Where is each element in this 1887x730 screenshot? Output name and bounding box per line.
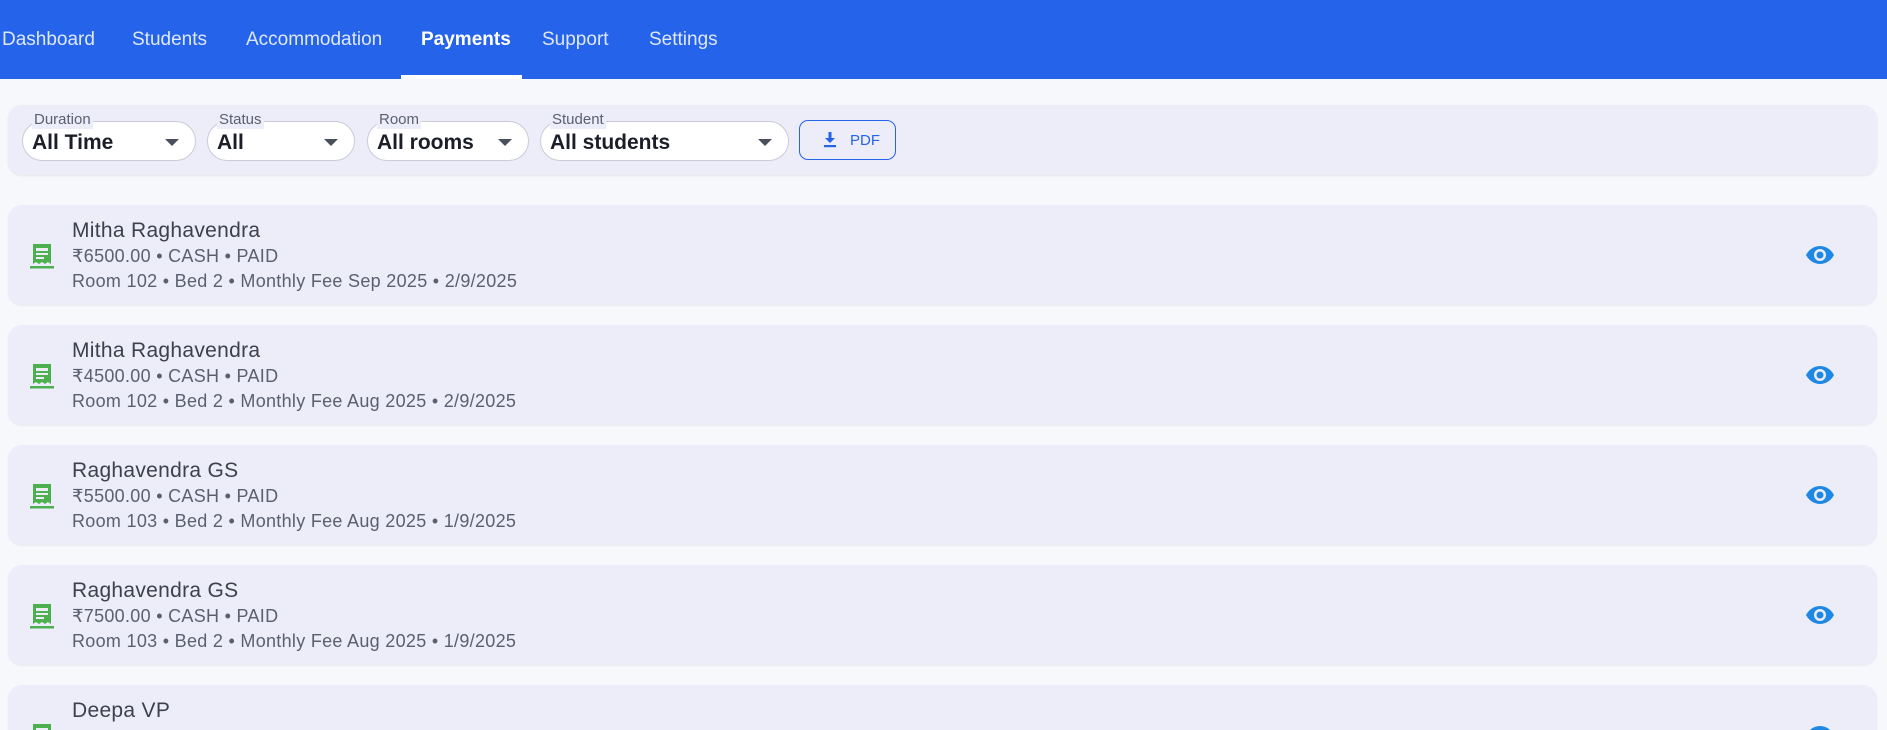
tab-accommodation[interactable]: Accommodation (246, 0, 382, 79)
pdf-button-label: PDF (850, 132, 880, 149)
student-name: Deepa VP (72, 699, 171, 722)
receipt-icon (33, 724, 51, 730)
room-label: Room (377, 111, 422, 129)
payment-card: Raghavendra GS ₹5500.00 • CASH • PAID Ro… (8, 445, 1877, 545)
tab-students[interactable]: Students (132, 0, 207, 79)
payment-details: Room 102 • Bed 2 • Monthly Fee Sep 2025 … (72, 271, 518, 291)
tab-support[interactable]: Support (542, 0, 609, 79)
payment-card: Mitha Raghavendra ₹6500.00 • CASH • PAID… (8, 205, 1877, 305)
eye-icon[interactable] (1805, 243, 1835, 267)
payment-summary: ₹7500.00 • CASH • PAID (72, 606, 279, 626)
payment-card: Raghavendra GS ₹7500.00 • CASH • PAID Ro… (8, 565, 1877, 665)
receipt-icon (30, 484, 54, 509)
payment-details: Room 102 • Bed 2 • Monthly Fee Aug 2025 … (72, 391, 517, 411)
duration-value: All Time (32, 131, 114, 154)
duration-label: Duration (32, 111, 93, 129)
chevron-down-icon (324, 139, 338, 146)
student-name: Mitha Raghavendra (72, 219, 261, 242)
tab-settings[interactable]: Settings (649, 0, 718, 79)
receipt-icon (30, 244, 54, 269)
payment-details: Room 103 • Bed 2 • Monthly Fee Aug 2025 … (72, 511, 517, 531)
status-label: Status (217, 111, 264, 129)
active-tab-indicator (401, 75, 522, 79)
room-value: All rooms (377, 131, 474, 154)
pdf-export-button[interactable]: PDF (799, 120, 896, 160)
receipt-icon (30, 604, 54, 629)
payment-summary: ₹4500.00 • CASH • PAID (72, 366, 279, 386)
chevron-down-icon (498, 139, 512, 146)
eye-icon[interactable] (1805, 723, 1835, 730)
eye-icon[interactable] (1805, 363, 1835, 387)
chevron-down-icon (758, 139, 772, 146)
eye-icon[interactable] (1805, 483, 1835, 507)
student-value: All students (550, 131, 671, 154)
payment-card: Mitha Raghavendra ₹4500.00 • CASH • PAID… (8, 325, 1877, 425)
filter-bar: Duration All Time Status All Room All ro… (8, 105, 1877, 175)
download-icon (824, 132, 836, 148)
room-select[interactable]: Room All rooms (367, 111, 529, 161)
status-value: All (217, 131, 244, 154)
student-name: Raghavendra GS (72, 459, 239, 482)
payment-details: Room 103 • Bed 2 • Monthly Fee Aug 2025 … (72, 631, 517, 651)
duration-select[interactable]: Duration All Time (22, 111, 196, 161)
student-name: Mitha Raghavendra (72, 339, 261, 362)
student-select[interactable]: Student All students (540, 111, 789, 161)
payment-summary: ₹5500.00 • CASH • PAID (72, 486, 279, 506)
payment-card: Deepa VP (8, 685, 1877, 730)
chevron-down-icon (165, 139, 179, 146)
student-label: Student (550, 111, 606, 129)
tab-dashboard[interactable]: Dashboard (2, 0, 95, 79)
payment-summary: ₹6500.00 • CASH • PAID (72, 246, 279, 266)
top-nav-bar: Dashboard Students Accommodation Payment… (0, 0, 1887, 79)
student-name: Raghavendra GS (72, 579, 239, 602)
status-select[interactable]: Status All (207, 111, 355, 161)
eye-icon[interactable] (1805, 603, 1835, 627)
tab-payments[interactable]: Payments (421, 0, 511, 79)
receipt-icon (30, 364, 54, 389)
